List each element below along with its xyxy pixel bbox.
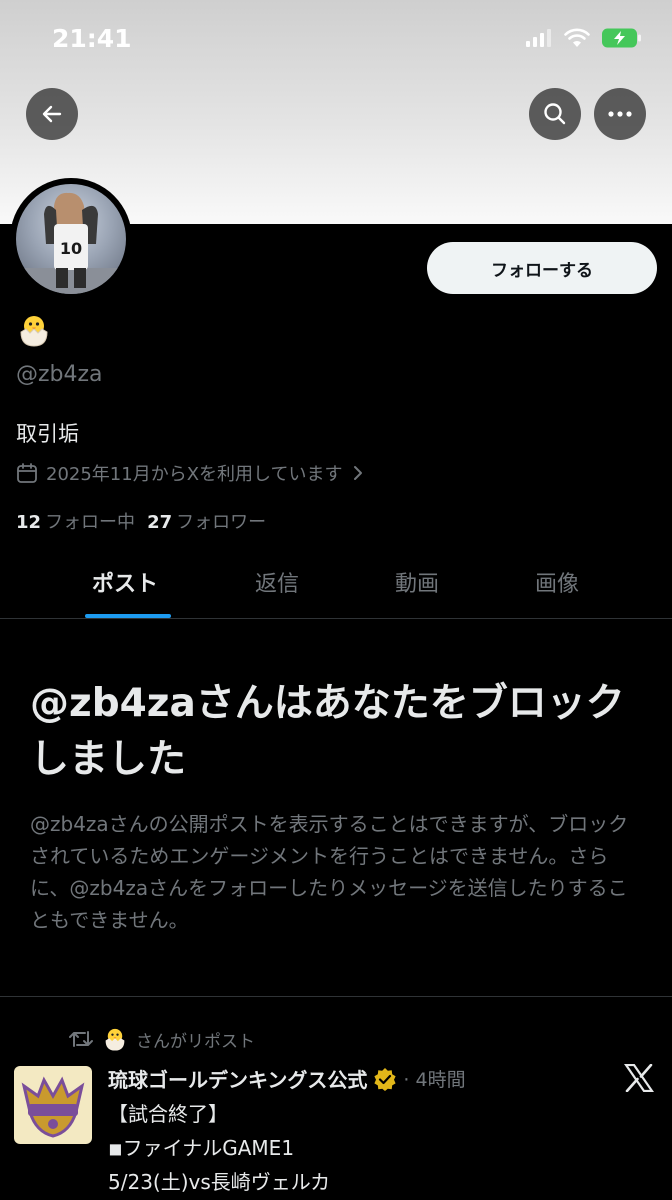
search-button[interactable] — [529, 88, 581, 140]
chevron-right-icon — [353, 466, 362, 480]
profile-bio: 取引垢 — [16, 422, 79, 446]
display-name-emoji — [16, 312, 52, 352]
blocked-title: @zb4zaさんはあなたをブロックしました — [30, 681, 625, 782]
hatching-chick-icon — [20, 316, 48, 347]
team-logo-icon — [21, 1076, 85, 1138]
following-count: 12 — [16, 512, 42, 533]
x-logo-icon — [623, 1063, 655, 1093]
post-time-value: 4時間 — [415, 1069, 466, 1091]
followers-label: フォロワー — [176, 512, 267, 533]
followers-count: 27 — [147, 512, 173, 533]
post-header: 琉球ゴールデンキングス公式 · 4時間 — [108, 1064, 466, 1093]
calendar-icon — [17, 463, 37, 483]
hatching-chick-icon — [105, 1028, 125, 1051]
divider — [0, 996, 672, 997]
tab-images[interactable]: 画像 — [535, 566, 579, 598]
svg-text:10: 10 — [60, 239, 82, 258]
avatar-border: 10 — [10, 178, 132, 300]
more-options-button[interactable] — [594, 88, 646, 140]
post-text-line: 【試合終了】 — [108, 1102, 228, 1126]
x-logo — [623, 1063, 655, 1096]
repost-context: さんがリポスト — [68, 1026, 255, 1052]
follow-stats: 12 フォロー中 27 フォロワー — [16, 508, 266, 534]
joined-date-text: 2025年11月からXを利用しています — [46, 464, 343, 485]
post-author-avatar[interactable] — [14, 1066, 92, 1144]
signal-icon — [526, 29, 551, 47]
back-arrow-icon — [42, 105, 62, 123]
repost-icon — [69, 1031, 93, 1047]
active-tab-indicator — [85, 614, 171, 618]
more-icon — [608, 111, 632, 117]
tab-posts[interactable]: ポスト — [92, 566, 158, 598]
post-time: · 4時間 — [403, 1069, 466, 1091]
following-stat[interactable]: 12 フォロー中 — [16, 508, 135, 534]
follow-button[interactable]: フォローする — [427, 242, 657, 294]
tab-videos[interactable]: 動画 — [395, 566, 439, 598]
wifi-icon — [564, 28, 590, 47]
following-label: フォロー中 — [45, 512, 136, 533]
repost-text: さんがリポスト — [136, 1031, 255, 1052]
post-text-line: 5/23(土)vs長崎ヴェルカ — [108, 1170, 331, 1194]
back-button[interactable] — [26, 88, 78, 140]
verified-badge-icon — [374, 1067, 397, 1091]
avatar[interactable]: 10 — [16, 184, 126, 294]
post-author-name[interactable]: 琉球ゴールデンキングス公式 — [108, 1064, 367, 1093]
status-time: 21:41 — [52, 24, 132, 53]
blocked-description: @zb4zaさんの公開ポストを表示することはできますが、ブロックされているためエ… — [30, 812, 629, 932]
followers-stat[interactable]: 27 フォロワー — [147, 508, 266, 534]
avatar-photo: 10 — [16, 192, 126, 294]
joined-date-row[interactable]: 2025年11月からXを利用しています — [16, 460, 365, 486]
search-icon — [544, 103, 566, 125]
status-icons — [526, 28, 642, 48]
profile-handle: @zb4za — [16, 362, 103, 387]
post-text-line: ◾︎ファイナルGAME1 — [108, 1136, 295, 1160]
battery-icon — [602, 28, 641, 48]
tab-replies[interactable]: 返信 — [255, 566, 299, 598]
profile-tabs: ポスト 返信 動画 画像 — [0, 552, 672, 619]
